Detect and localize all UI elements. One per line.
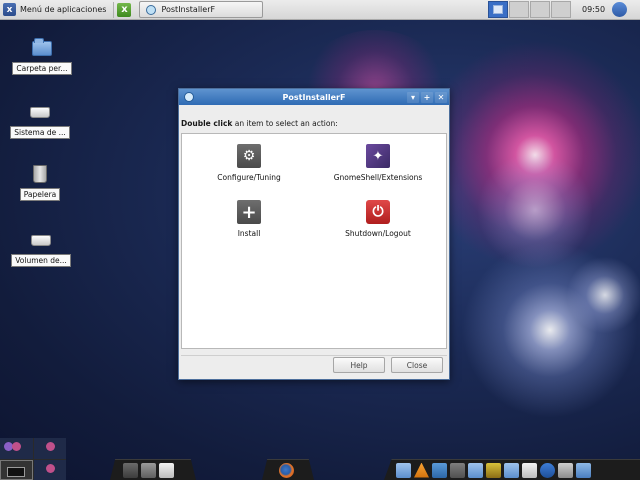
user-menu-icon[interactable] <box>612 2 627 17</box>
action-gnomeshell-extensions[interactable]: ✦ GnomeShell/Extensions <box>318 144 438 182</box>
vlc-icon[interactable] <box>414 462 429 478</box>
firefox-icon[interactable] <box>279 462 294 478</box>
text-editor-icon[interactable] <box>522 462 537 478</box>
workspace-pager <box>488 1 572 18</box>
dialog-titlebar[interactable]: PostInstallerF ▾ + ✕ <box>179 89 449 105</box>
instruction-bold: Double click <box>181 119 233 128</box>
help-button[interactable]: Help <box>333 357 385 373</box>
drive-icon <box>30 106 50 118</box>
instruction-rest: an item to select an action: <box>232 119 338 128</box>
action-icon-view: ⚙ Configure/Tuning ✦ GnomeShell/Extensio… <box>181 133 447 349</box>
dialog-button-row: Help Close <box>327 357 443 373</box>
postinstallerf-dialog: PostInstallerF ▾ + ✕ Double click an ite… <box>178 88 450 380</box>
dock-left <box>110 459 196 480</box>
app-icon <box>146 4 157 15</box>
trash-icon <box>33 165 47 183</box>
action-label: Shutdown/Logout <box>345 229 411 238</box>
instruction-text: Double click an item to select an action… <box>179 105 449 133</box>
action-label: Install <box>237 229 261 238</box>
workspace-1[interactable] <box>488 1 508 18</box>
top-panel: x Menú de aplicaciones x PostInstallerF … <box>0 0 640 20</box>
document-icon[interactable] <box>159 462 174 478</box>
postinstaller-icon[interactable] <box>432 462 447 478</box>
applications-menu-label: Menú de aplicaciones <box>20 5 107 14</box>
desktop-icon-filesystem[interactable]: Sistema de ... <box>10 102 70 139</box>
workspace-thumb-1[interactable] <box>0 438 33 459</box>
maximize-button[interactable]: + <box>421 91 433 103</box>
dock-center <box>262 459 314 480</box>
workspace-3[interactable] <box>530 1 550 18</box>
workspace-4[interactable] <box>551 1 571 18</box>
workspace-thumbnails <box>0 438 66 480</box>
folder-icon[interactable] <box>504 462 519 478</box>
calculator-icon[interactable] <box>141 462 156 478</box>
drive-icon <box>31 234 51 246</box>
action-configure-tuning[interactable]: ⚙ Configure/Tuning <box>189 144 309 182</box>
minimize-button[interactable]: ▾ <box>407 91 419 103</box>
power-icon: ⏻ <box>366 200 390 224</box>
close-button[interactable]: Close <box>391 357 443 373</box>
clock[interactable]: 09:50 <box>582 0 605 20</box>
magic-wand-icon: ✦ <box>366 144 390 168</box>
desktop-icon-label: Volumen de... <box>11 254 71 267</box>
desktop-icon-trash[interactable]: Papelera <box>10 164 70 201</box>
network-icon[interactable] <box>576 462 591 478</box>
applications-menu-button[interactable]: x Menú de aplicaciones <box>0 0 110 20</box>
action-label: Configure/Tuning <box>217 173 281 182</box>
action-label: GnomeShell/Extensions <box>333 173 423 182</box>
folder-icon <box>32 37 52 56</box>
workspace-thumb-4[interactable] <box>33 459 66 480</box>
firework-white-small <box>560 250 640 340</box>
workspace-thumb-3[interactable] <box>0 459 33 480</box>
window-controls: ▾ + ✕ <box>405 91 447 103</box>
workspace-thumb-2[interactable] <box>33 438 66 459</box>
paint-brush-icon[interactable] <box>123 462 138 478</box>
desktop-icon-label: Sistema de ... <box>10 126 70 139</box>
desktop-icon-label: Papelera <box>19 188 61 201</box>
volume-icon[interactable] <box>558 462 573 478</box>
settings-icon[interactable] <box>450 462 465 478</box>
button-row-divider <box>181 355 447 356</box>
taskbar-button-label: PostInstallerF <box>161 5 216 14</box>
close-window-button[interactable]: ✕ <box>435 91 447 103</box>
workspace-2[interactable] <box>509 1 529 18</box>
plus-icon: + <box>237 200 261 224</box>
accessibility-icon[interactable] <box>540 462 555 478</box>
action-shutdown-logout[interactable]: ⏻ Shutdown/Logout <box>318 200 438 238</box>
gear-icon: ⚙ <box>237 144 261 168</box>
xfce-logo-icon: x <box>3 3 16 16</box>
taskbar-button-postinstallerf[interactable]: PostInstallerF <box>139 1 264 18</box>
dock-right <box>384 459 640 480</box>
desktop-icon-label: Carpeta per... <box>12 62 72 75</box>
panel-separator <box>113 1 115 18</box>
launcher-icon[interactable]: x <box>117 2 132 17</box>
desktop-icon-home-folder[interactable]: Carpeta per... <box>12 37 72 75</box>
action-install[interactable]: + Install <box>189 200 309 238</box>
image-viewer-icon[interactable] <box>486 462 501 478</box>
folder-icon[interactable] <box>468 462 483 478</box>
window-menu-icon[interactable] <box>184 92 194 102</box>
desktop-icon-volume[interactable]: Volumen de... <box>11 230 71 267</box>
folder-icon[interactable] <box>396 462 411 478</box>
